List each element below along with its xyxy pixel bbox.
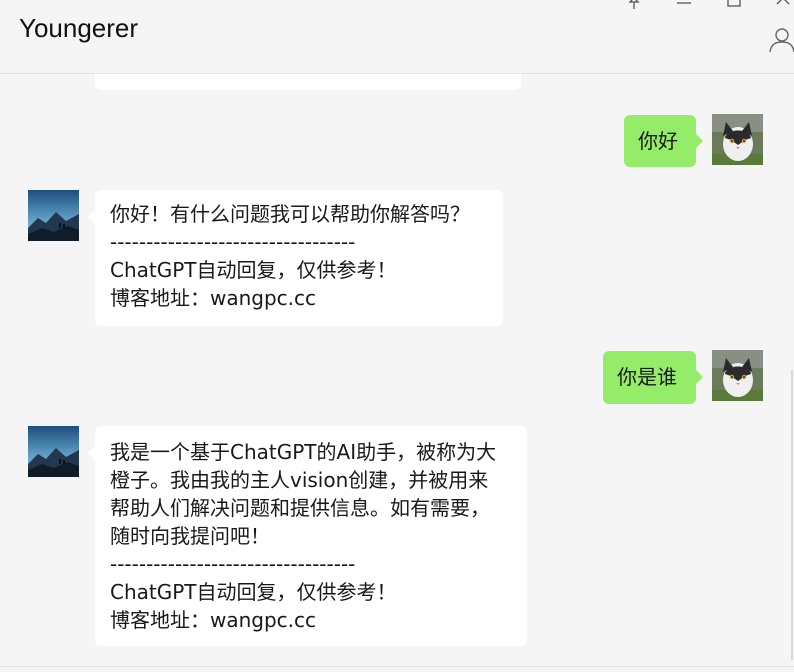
chat-header: Youngerer bbox=[0, 0, 794, 74]
avatar-me[interactable] bbox=[712, 114, 763, 165]
bubble-tail bbox=[88, 210, 95, 224]
bubble-tail bbox=[696, 134, 703, 148]
message-text: 橙子。我由我的主人vision创建，并被用来 bbox=[110, 468, 489, 492]
message-text: 博客地址：wangpc.cc bbox=[110, 286, 317, 310]
message-text: 你是谁 bbox=[617, 365, 677, 389]
avatar-bot[interactable] bbox=[28, 190, 79, 241]
chat-title: Youngerer bbox=[19, 13, 139, 43]
message-list[interactable]: 谢 你好 bbox=[0, 74, 794, 666]
message-bubble-incoming[interactable]: 你好！有什么问题我可以帮助你解答吗？ ---------------------… bbox=[95, 190, 503, 326]
avatar-bot[interactable] bbox=[28, 426, 79, 477]
input-divider bbox=[0, 666, 794, 667]
message-text: ChatGPT自动回复，仅供参考！ bbox=[110, 258, 397, 282]
message-text: 你好！有什么问题我可以帮助你解答吗？ bbox=[110, 202, 470, 226]
bubble-tail bbox=[696, 370, 703, 384]
person-icon[interactable] bbox=[768, 26, 794, 54]
avatar-me[interactable] bbox=[712, 350, 763, 401]
message-text: ChatGPT自动回复，仅供参考！ bbox=[110, 580, 397, 604]
bubble-tail bbox=[88, 446, 95, 460]
scrollbar[interactable] bbox=[791, 370, 793, 660]
message-text: 帮助人们解决问题和提供信息。如有需要， bbox=[110, 496, 490, 520]
pin-icon[interactable] bbox=[624, 0, 644, 12]
message-text: 随时向我提问吧！ bbox=[110, 524, 270, 548]
message-bubble-outgoing[interactable]: 你好 bbox=[624, 115, 696, 167]
message-separator: ---------------------------------- bbox=[110, 552, 356, 576]
message-separator: ---------------------------------- bbox=[110, 230, 356, 254]
maximize-icon[interactable] bbox=[724, 0, 744, 12]
message-bubble-outgoing[interactable]: 你是谁 bbox=[603, 351, 696, 404]
message-text: 你好 bbox=[638, 129, 678, 153]
message-text: 博客地址：wangpc.cc bbox=[110, 608, 317, 632]
message-bubble-incoming-partial[interactable]: 谢 bbox=[95, 74, 521, 90]
minimize-icon[interactable] bbox=[674, 0, 694, 12]
message-bubble-incoming[interactable]: 我是一个基于ChatGPT的AI助手，被称为大 橙子。我由我的主人vision创… bbox=[95, 426, 527, 646]
message-text: 我是一个基于ChatGPT的AI助手，被称为大 bbox=[110, 440, 497, 464]
close-icon[interactable] bbox=[773, 0, 793, 12]
